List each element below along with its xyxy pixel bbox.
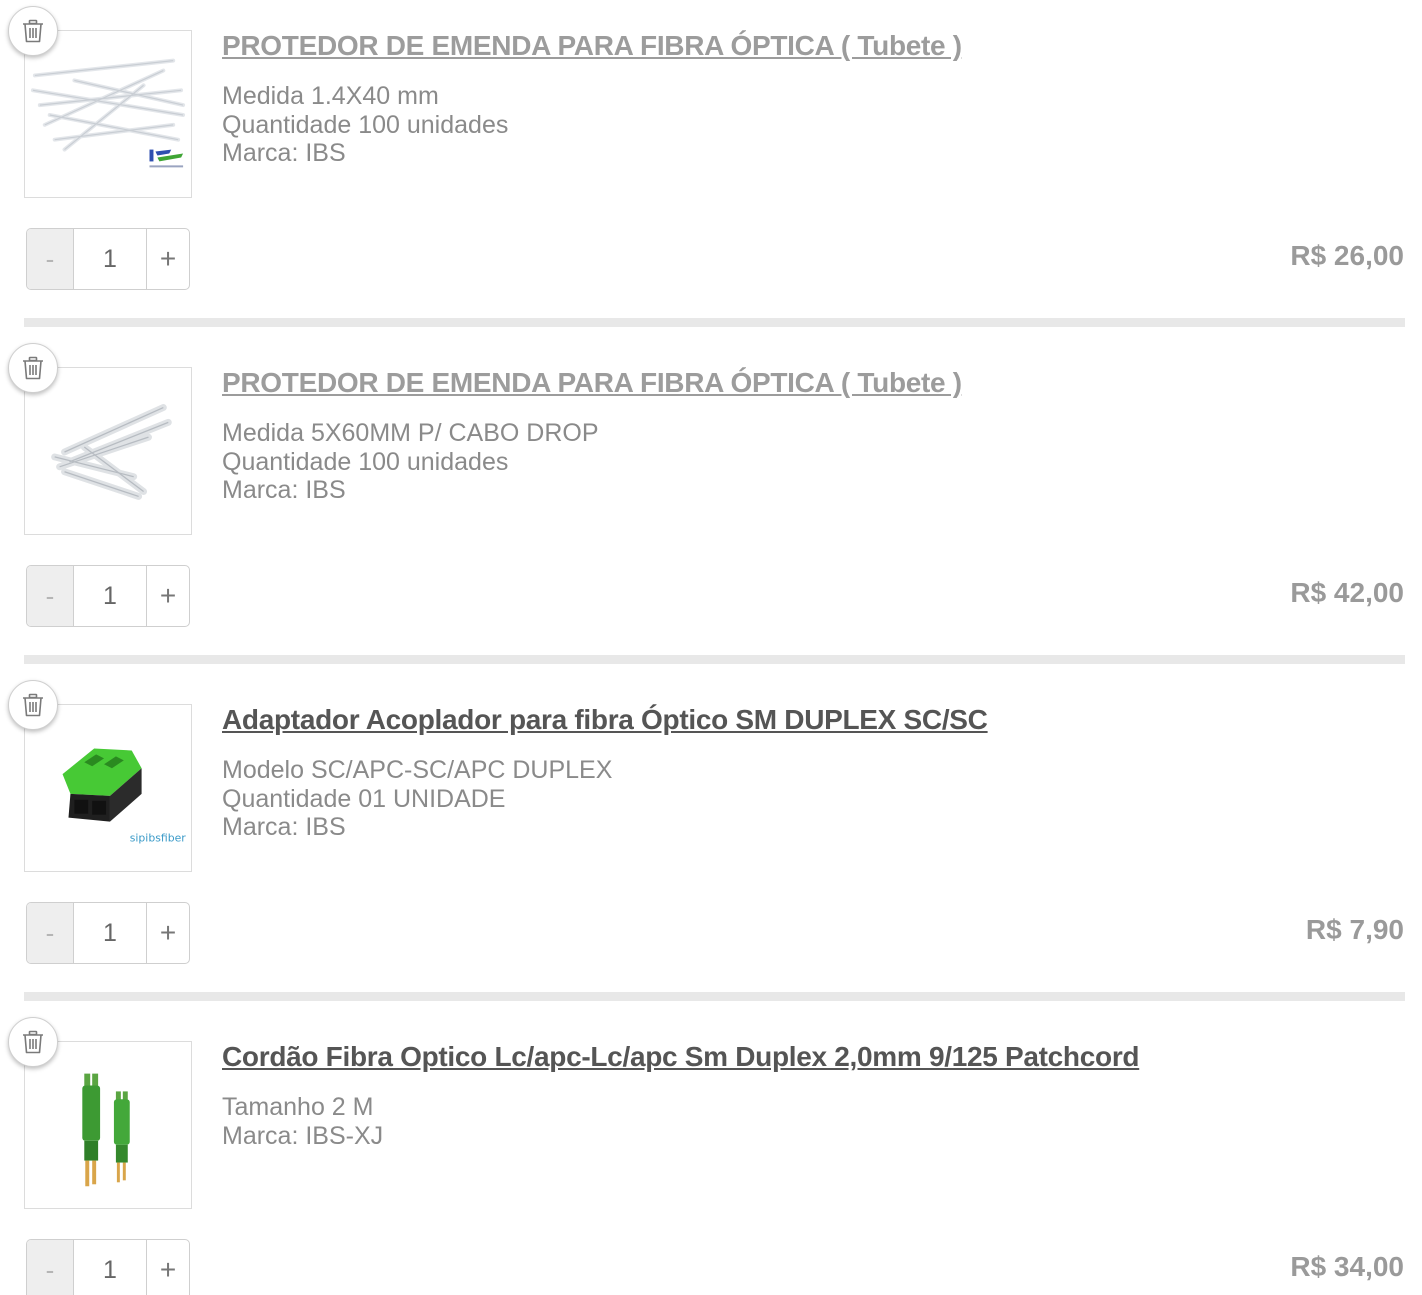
item-divider xyxy=(24,992,1405,1001)
trash-icon xyxy=(23,356,43,380)
decrease-quantity-button[interactable]: - xyxy=(27,1240,74,1295)
item-divider xyxy=(24,318,1405,327)
spec-line: Tamanho 2 M xyxy=(222,1093,374,1121)
product-specs: Medida 1.4X40 mm Quantidade 100 unidades… xyxy=(222,82,508,168)
svg-text:sipibsfiber: sipibsfiber xyxy=(130,831,187,844)
quantity-input[interactable] xyxy=(74,903,147,963)
item-price: R$ 7,90 xyxy=(1305,914,1404,945)
quantity-stepper: - + xyxy=(26,565,190,627)
quantity-stepper: - + xyxy=(26,902,190,964)
increase-quantity-button[interactable]: + xyxy=(147,1240,189,1295)
remove-item-button[interactable] xyxy=(8,680,58,730)
cart-item: PROTEDOR DE EMENDA PARA FIBRA ÓPTICA ( T… xyxy=(0,337,1422,664)
item-price: R$ 34,00 xyxy=(1290,1251,1404,1282)
increase-quantity-button[interactable]: + xyxy=(147,229,189,289)
spec-line: Medida 1.4X40 mm xyxy=(222,82,439,110)
spec-line: Marca: IBS xyxy=(222,139,346,167)
product-specs: Modelo SC/APC-SC/APC DUPLEX Quantidade 0… xyxy=(222,756,612,842)
quantity-stepper: - + xyxy=(26,228,190,290)
sc-duplex-adapter-image: sipibsfiber xyxy=(25,705,191,871)
cart-item: sipibsfiber Adaptador Acoplador para fib… xyxy=(0,674,1422,1001)
increase-quantity-button[interactable]: + xyxy=(147,903,189,963)
spec-line: Medida 5X60MM P/ CABO DROP xyxy=(222,419,599,447)
lc-patchcord-image xyxy=(25,1042,191,1208)
cart-item: Cordão Fibra Optico Lc/apc-Lc/apc Sm Dup… xyxy=(0,1011,1422,1295)
product-image[interactable] xyxy=(24,1041,192,1209)
increase-quantity-button[interactable]: + xyxy=(147,566,189,626)
quantity-input[interactable] xyxy=(74,1240,147,1295)
spec-line: Marca: IBS xyxy=(222,476,346,504)
quantity-input[interactable] xyxy=(74,229,147,289)
product-specs: Tamanho 2 M Marca: IBS-XJ xyxy=(222,1093,383,1150)
cart-item: PROTEDOR DE EMENDA PARA FIBRA ÓPTICA ( T… xyxy=(0,0,1422,327)
quantity-stepper: - + xyxy=(26,1239,190,1295)
spec-line: Marca: IBS-XJ xyxy=(222,1121,384,1150)
remove-item-button[interactable] xyxy=(8,6,58,56)
spec-line: Quantidade 100 unidades xyxy=(222,110,509,139)
remove-item-button[interactable] xyxy=(8,343,58,393)
cart-list: PROTEDOR DE EMENDA PARA FIBRA ÓPTICA ( T… xyxy=(0,0,1422,1295)
spec-line: Marca: IBS xyxy=(222,813,346,841)
trash-icon xyxy=(23,1030,43,1054)
product-image[interactable] xyxy=(24,367,192,535)
item-divider xyxy=(24,655,1405,664)
product-title-link[interactable]: PROTEDOR DE EMENDA PARA FIBRA ÓPTICA ( T… xyxy=(222,367,962,399)
spec-line: Quantidade 100 unidades xyxy=(222,447,509,476)
product-title-link[interactable]: PROTEDOR DE EMENDA PARA FIBRA ÓPTICA ( T… xyxy=(222,30,962,62)
item-price: R$ 26,00 xyxy=(1290,240,1404,271)
product-specs: Medida 5X60MM P/ CABO DROP Quantidade 10… xyxy=(222,419,599,505)
product-image[interactable] xyxy=(24,30,192,198)
trash-icon xyxy=(23,693,43,717)
decrease-quantity-button[interactable]: - xyxy=(27,229,74,289)
remove-item-button[interactable] xyxy=(8,1017,58,1067)
fiber-splice-protector-drop-image xyxy=(25,368,191,534)
product-image[interactable]: sipibsfiber xyxy=(24,704,192,872)
product-title-link[interactable]: Adaptador Acoplador para fibra Óptico SM… xyxy=(222,704,988,736)
decrease-quantity-button[interactable]: - xyxy=(27,566,74,626)
fiber-splice-protector-thin-image xyxy=(25,31,191,197)
product-title-link[interactable]: Cordão Fibra Optico Lc/apc-Lc/apc Sm Dup… xyxy=(222,1041,1140,1073)
spec-line: Quantidade 01 UNIDADE xyxy=(222,784,506,813)
trash-icon xyxy=(23,19,43,43)
spec-line: Modelo SC/APC-SC/APC DUPLEX xyxy=(222,756,613,784)
decrease-quantity-button[interactable]: - xyxy=(27,903,74,963)
quantity-input[interactable] xyxy=(74,566,147,626)
item-price: R$ 42,00 xyxy=(1290,577,1404,608)
